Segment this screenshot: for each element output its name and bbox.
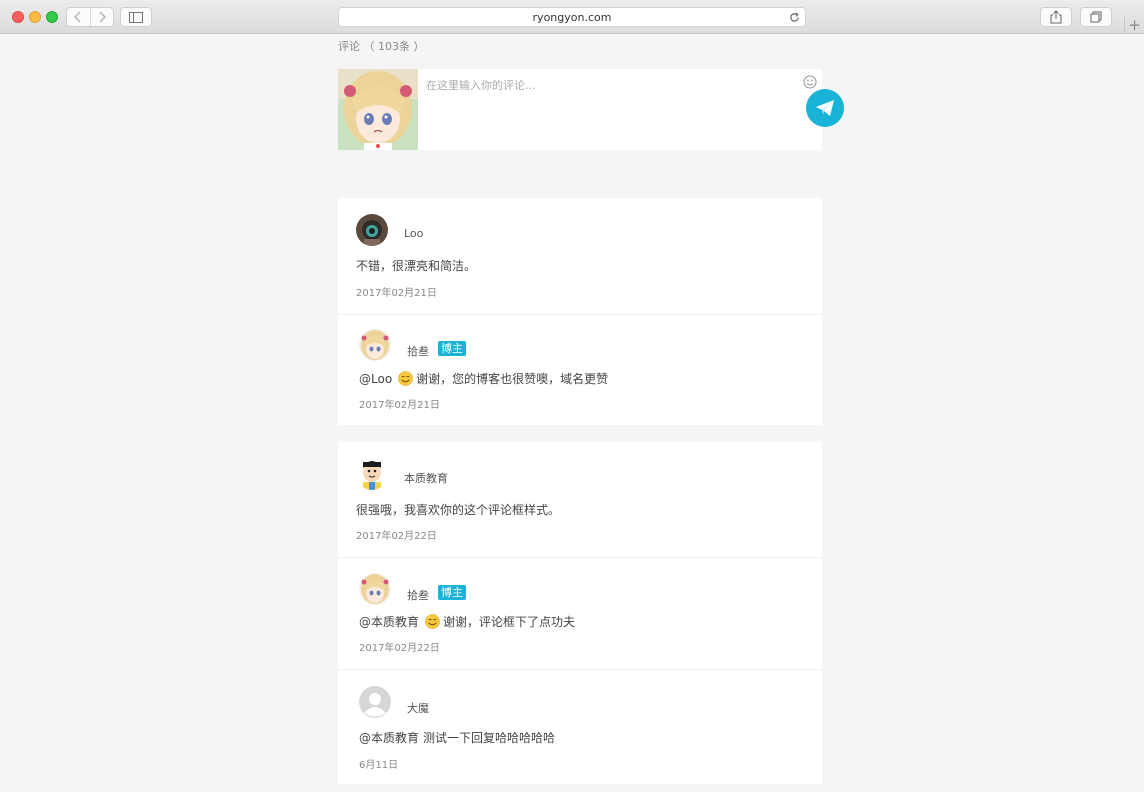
- current-user-avatar: [338, 69, 418, 150]
- comment: Loo 不错，很漂亮和简洁。 2017年02月21日: [338, 198, 822, 314]
- plus-icon: +: [1128, 16, 1141, 34]
- smiley-emoji-icon: [425, 614, 440, 629]
- show-tabs-button[interactable]: [1080, 7, 1112, 27]
- comment-author[interactable]: 本质教育: [404, 470, 448, 486]
- comment: 本质教育 很强哦，我喜欢你的这个评论框样式。 2017年02月22日: [338, 442, 822, 557]
- reply-author[interactable]: 大魔: [407, 700, 429, 716]
- reply-mention[interactable]: @本质教育: [359, 729, 419, 746]
- smiley-emoji-icon: [398, 371, 413, 386]
- avatar[interactable]: [356, 214, 388, 246]
- comment-date: 2017年02月22日: [356, 531, 437, 542]
- smiley-icon: [803, 75, 817, 89]
- chevron-right-icon: [99, 11, 106, 23]
- author-badge: 博主: [438, 585, 466, 600]
- comment-thread: Loo 不错，很漂亮和简洁。 2017年02月21日 拾叁 博主 @Loo 谢谢…: [338, 198, 822, 425]
- send-comment-button[interactable]: [806, 89, 844, 127]
- comment-reply: 拾叁 博主 @Loo 谢谢，您的博客也很赞噢，域名更赞 2017年02月21日: [338, 314, 822, 425]
- reply-body: 谢谢，评论框下了点功夫: [443, 615, 576, 629]
- browser-toolbar: ryongyon.com +: [0, 0, 1144, 34]
- tabs-icon: [1090, 11, 1102, 23]
- reload-icon: [789, 12, 799, 22]
- reply-body: 谢谢，您的博客也很赞噢，域名更赞: [416, 372, 609, 386]
- comment-date: 2017年02月21日: [356, 288, 437, 299]
- avatar[interactable]: [359, 573, 391, 605]
- share-icon: [1050, 10, 1062, 24]
- comment-author[interactable]: Loo: [404, 227, 423, 240]
- reply-date: 2017年02月21日: [359, 400, 440, 411]
- avatar[interactable]: [356, 458, 388, 490]
- avatar[interactable]: [359, 329, 391, 361]
- zoom-window-button[interactable]: [46, 11, 58, 23]
- minimize-window-button[interactable]: [29, 11, 41, 23]
- close-window-button[interactable]: [12, 11, 24, 23]
- comment-reply: 拾叁 博主 @本质教育 谢谢，评论框下了点功夫 2017年02月22日: [338, 557, 822, 669]
- comment-text: 很强哦，我喜欢你的这个评论框样式。: [356, 503, 561, 517]
- reply-text: @Loo 谢谢，您的博客也很赞噢，域名更赞: [359, 370, 608, 387]
- reload-button[interactable]: [787, 10, 801, 24]
- navigation-buttons: [66, 7, 114, 27]
- sidebar-toggle-button[interactable]: [120, 7, 152, 27]
- reply-body: 测试一下回复哈哈哈哈哈: [423, 731, 556, 745]
- reply-date: 6月11日: [359, 760, 399, 771]
- comments-count: 评论 （ 103条 ）: [338, 40, 425, 53]
- reply-mention[interactable]: @Loo: [359, 372, 392, 386]
- default-avatar[interactable]: [359, 686, 391, 718]
- forward-button[interactable]: [89, 8, 114, 26]
- chevron-left-icon: [74, 11, 81, 23]
- comment-text: 不错，很漂亮和简洁。: [356, 259, 477, 273]
- reply-text: @本质教育 测试一下回复哈哈哈哈哈: [359, 729, 555, 746]
- url-text: ryongyon.com: [532, 10, 612, 24]
- new-tab-button[interactable]: +: [1124, 16, 1144, 34]
- back-button[interactable]: [67, 8, 90, 26]
- sidebar-icon: [129, 11, 143, 23]
- reply-mention[interactable]: @本质教育: [359, 613, 419, 630]
- comment-input[interactable]: [426, 75, 786, 95]
- reply-author[interactable]: 拾叁: [407, 343, 429, 359]
- author-badge: 博主: [438, 341, 466, 356]
- address-bar[interactable]: ryongyon.com: [338, 7, 806, 27]
- emoji-picker-button[interactable]: [803, 74, 817, 89]
- reply-text: @本质教育 谢谢，评论框下了点功夫: [359, 613, 575, 630]
- comment-compose-box: [338, 69, 822, 150]
- comment-reply: 大魔 @本质教育 测试一下回复哈哈哈哈哈 6月11日: [338, 669, 822, 784]
- reply-author[interactable]: 拾叁: [407, 587, 429, 603]
- share-button[interactable]: [1040, 7, 1072, 27]
- comment-thread: 本质教育 很强哦，我喜欢你的这个评论框样式。 2017年02月22日 拾叁 博主…: [338, 442, 822, 784]
- paper-plane-icon: [816, 100, 834, 116]
- reply-date: 2017年02月22日: [359, 643, 440, 654]
